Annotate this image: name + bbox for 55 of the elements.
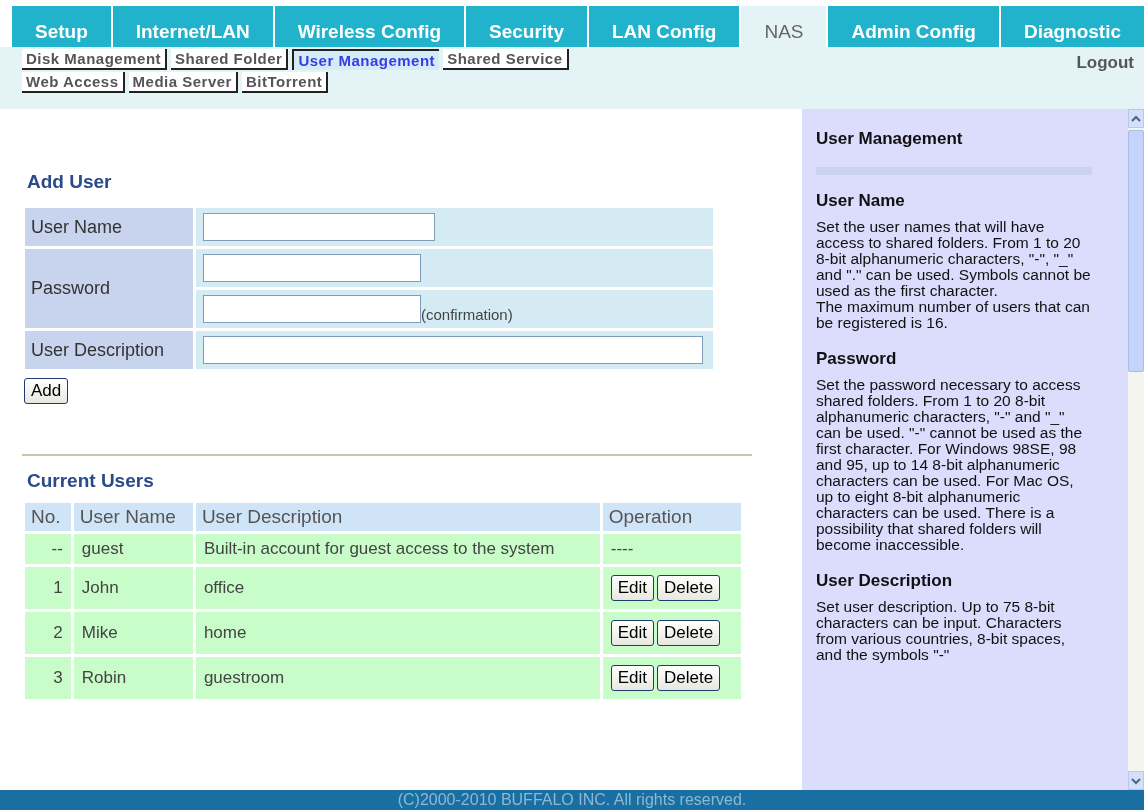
column-header: No. bbox=[25, 503, 71, 531]
copyright-text: (C)2000-2010 BUFFALO INC. All rights reserved. bbox=[397, 791, 747, 808]
edit-button[interactable]: Edit bbox=[610, 575, 655, 601]
delete-button[interactable]: Delete bbox=[657, 665, 721, 691]
table-cell: guest bbox=[73, 534, 193, 564]
field-label: Password bbox=[25, 249, 193, 328]
table-cell: John bbox=[73, 567, 193, 609]
edit-button[interactable]: Edit bbox=[610, 620, 655, 646]
table-cell: -- bbox=[25, 534, 71, 564]
logout-link[interactable]: Logout bbox=[1076, 49, 1134, 109]
user-name-field[interactable] bbox=[203, 213, 435, 241]
field-label: User Name bbox=[25, 208, 193, 246]
sub-tab[interactable]: User Management bbox=[292, 49, 440, 70]
section-title: Current Users bbox=[27, 470, 155, 492]
table-cell: Built-in account for guest access to the system bbox=[195, 534, 600, 564]
scroll-down-icon bbox=[1130, 775, 1143, 786]
table-cell: guestroom bbox=[195, 657, 600, 699]
table-cell: Mike bbox=[73, 612, 193, 654]
nav-tab[interactable]: NAS bbox=[741, 6, 827, 47]
table-cell: Robin bbox=[73, 657, 193, 699]
scroll-up-icon bbox=[1130, 113, 1143, 124]
confirm-password-field[interactable] bbox=[203, 295, 421, 323]
help-heading: User Description bbox=[816, 571, 954, 591]
help-text: Set the password necessary to access shared folders. From 1 to 20 8-bit alphanumeric characters, "-" and "_" can be used. "-" cannot be used as the first character. For Windows 98SE, 98 and 95, up to 14 8-bit alphanumeric characters can be used. For Mac OS, up to eight 8-bit alphanumeric characters can be used. There is a possibility that shared folders will become inaccessible. bbox=[816, 377, 1084, 553]
edit-button[interactable]: Edit bbox=[610, 665, 655, 691]
add-button[interactable]: Add bbox=[24, 378, 69, 404]
help-title: User Management bbox=[816, 129, 964, 149]
help-text: Set user description. Up to 75 8-bit characters can be input. Characters from various countries, 8-bit spaces, and the symbols "-" bbox=[816, 599, 1066, 663]
sub-tab[interactable]: Media Server bbox=[128, 72, 238, 93]
help-text: Set the user names that will have access to shared folders. From 1 to 20 8-bit alphanumeric characters, "-", "_" and "." can be used. Symbols cannot be used as the first character. bbox=[816, 219, 1092, 299]
password-field[interactable] bbox=[203, 254, 421, 282]
section-title: Add User bbox=[27, 171, 113, 193]
sub-tab[interactable]: Disk Management bbox=[22, 49, 168, 70]
scrollbar[interactable] bbox=[1128, 109, 1144, 790]
sub-tab[interactable]: Shared Folder bbox=[171, 49, 289, 70]
table-cell: home bbox=[195, 612, 600, 654]
column-header: User Description bbox=[195, 503, 600, 531]
help-text: The maximum number of users that can be registered is 16. bbox=[816, 299, 1091, 331]
column-header: Operation bbox=[602, 503, 741, 531]
table-cell: 3 bbox=[25, 657, 71, 699]
column-header: User Name bbox=[73, 503, 193, 531]
delete-button[interactable]: Delete bbox=[657, 575, 721, 601]
sub-tab[interactable]: Web Access bbox=[22, 72, 125, 93]
table-cell: 2 bbox=[25, 612, 71, 654]
table-cell: office bbox=[195, 567, 600, 609]
confirmation-note: (confirmation) bbox=[421, 306, 513, 323]
delete-button[interactable]: Delete bbox=[657, 620, 721, 646]
help-heading: Password bbox=[816, 349, 898, 369]
table-cell: ---- bbox=[602, 534, 741, 564]
sub-tab[interactable]: BitTorrent bbox=[241, 72, 329, 93]
sub-tab[interactable]: Shared Service bbox=[443, 49, 569, 70]
field-label: User Description bbox=[25, 331, 193, 369]
description-field[interactable] bbox=[203, 336, 703, 364]
help-heading: User Name bbox=[816, 191, 906, 211]
table-cell: 1 bbox=[25, 567, 71, 609]
